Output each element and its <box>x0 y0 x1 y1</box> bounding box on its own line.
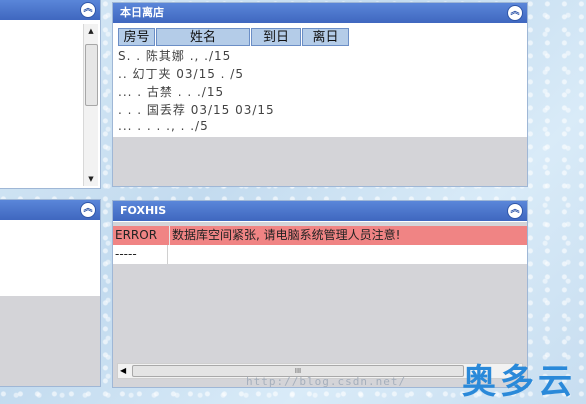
table-row[interactable]: .. 幻丁夹 03/15 . /5 <box>118 65 244 81</box>
left-top-titlebar: ︽ <box>0 0 100 20</box>
left-bottom-titlebar: ︽ <box>0 200 100 220</box>
message-type: ERROR <box>115 228 158 242</box>
panel-title: 本日离店 <box>120 6 164 19</box>
left-bottom-panel: ︽ <box>0 200 100 386</box>
left-bottom-empty-area <box>0 296 100 386</box>
departures-today-panel: 本日离店 ︽ 房号 姓名 到日 离日 S. . 陈其娜 ., ./15 .. 幻… <box>113 3 527 186</box>
scroll-thumb[interactable] <box>85 44 98 106</box>
error-message-row[interactable]: ERROR 数据库空间紧张, 请电脑系统管理人员注意! <box>113 226 527 245</box>
double-chevron-up-icon[interactable]: ︽ <box>80 2 96 18</box>
message-type: ----- <box>115 247 137 261</box>
arrow-down-icon[interactable]: ▼ <box>84 172 98 186</box>
left-bottom-content <box>0 222 100 296</box>
panel-title: FOXHIS <box>120 204 167 217</box>
table-row[interactable]: S. . 陈其娜 ., ./15 <box>118 47 231 63</box>
table-row[interactable]: ... . . . ., . ./5 <box>118 119 209 133</box>
arrow-left-icon[interactable]: ◀ <box>120 364 126 377</box>
foxhis-titlebar: FOXHIS ︽ <box>113 201 527 221</box>
arrow-up-icon[interactable]: ▲ <box>84 24 98 38</box>
message-text: 数据库空间紧张, 请电脑系统管理人员注意! <box>169 226 527 245</box>
table-row[interactable]: . . . 国丢荐 03/15 03/15 <box>118 101 275 117</box>
column-header-name[interactable]: 姓名 <box>156 28 250 46</box>
double-chevron-up-icon[interactable]: ︽ <box>507 203 523 219</box>
table-row[interactable]: ... . 古禁 . . ./15 <box>118 83 224 99</box>
double-chevron-up-icon[interactable]: ︽ <box>80 202 96 218</box>
departures-empty-area <box>113 137 527 186</box>
watermark-url: http://blog.csdn.net/ <box>246 375 407 388</box>
departures-titlebar: 本日离店 ︽ <box>113 3 527 23</box>
column-header-arrival[interactable]: 到日 <box>251 28 301 46</box>
column-header-departure[interactable]: 离日 <box>302 28 349 46</box>
vertical-scrollbar[interactable]: ▲ ▼ <box>83 24 98 186</box>
left-top-panel: ︽ ▲ ▼ <box>0 0 100 188</box>
brand-logo: 奥多云 <box>462 362 576 402</box>
double-chevron-up-icon[interactable]: ︽ <box>507 5 523 21</box>
column-divider <box>167 245 168 264</box>
list-item[interactable]: ----- <box>113 245 527 264</box>
column-header-room[interactable]: 房号 <box>118 28 155 46</box>
